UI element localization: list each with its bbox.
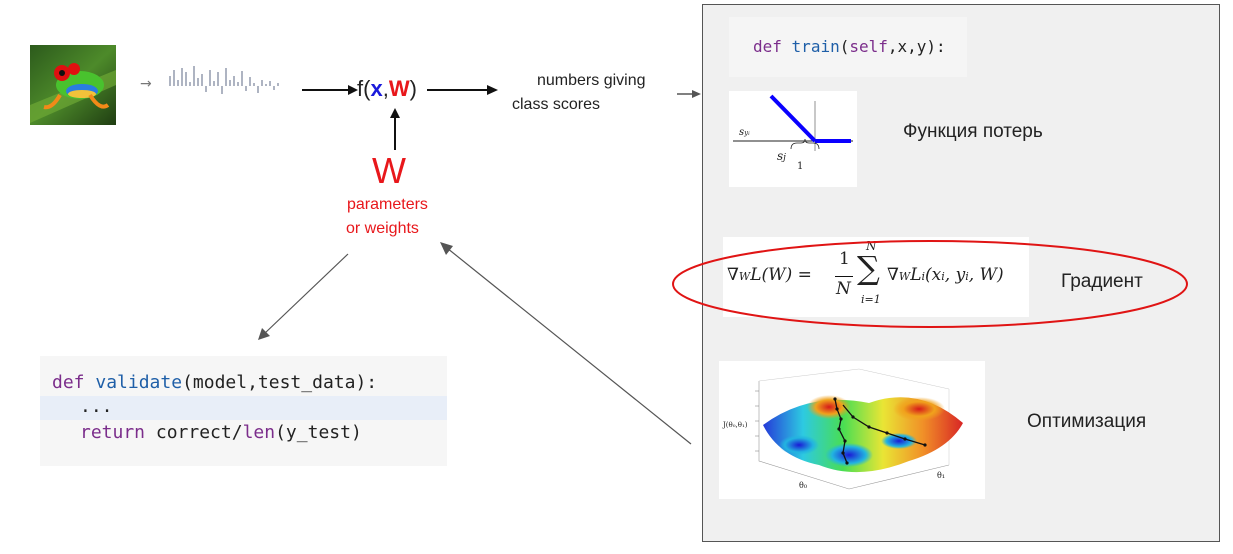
- caption-loss: Функция потерь: [903, 121, 1043, 142]
- validate-line-3: return correct/len(y_test): [80, 422, 362, 443]
- loss-tick: 1: [797, 161, 804, 172]
- validate-code-block: def validate(model,test_data): ... retur…: [40, 356, 447, 466]
- return-mid: correct/: [155, 422, 243, 443]
- ellipsis: ...: [80, 396, 113, 417]
- kw-def: def: [52, 372, 85, 393]
- fn-validate: validate: [95, 372, 183, 393]
- loss-xlabel: sj: [777, 149, 786, 163]
- kw-def-train: def: [753, 37, 782, 56]
- arrow-to-scores: [425, 82, 500, 98]
- weights-label: or weights: [346, 220, 419, 237]
- train-line: def train(self,x,y):: [753, 37, 946, 56]
- validate-line-1: def validate(model,test_data):: [52, 372, 377, 393]
- function-suffix: ): [409, 76, 417, 101]
- surface-xlabel: θ₀: [799, 481, 808, 490]
- pixel-vector-graphic: →: [140, 62, 285, 106]
- train-code-block: def train(self,x,y):: [729, 17, 967, 77]
- surface-ylabel: θ₁: [937, 471, 946, 480]
- return-end: (y_test): [275, 422, 362, 443]
- fn-train: train: [791, 37, 840, 56]
- surface-zlabel: J(θ₀,θ₁): [723, 421, 748, 429]
- arrow-to-panel: [676, 87, 702, 101]
- function-label: f(x,W): [357, 76, 417, 102]
- hinge-loss-plot: syi sj 1: [729, 91, 857, 187]
- frog-image: [30, 45, 116, 125]
- arrow-optimization-to-w: [435, 238, 695, 448]
- scores-line-2: class scores: [512, 96, 601, 113]
- loss-xlabel-sub: j: [783, 153, 786, 163]
- gradient-highlight-ellipse: [668, 236, 1192, 332]
- function-w: W: [388, 76, 410, 101]
- validate-line-2: ...: [80, 396, 113, 417]
- validate-args: (model,test_data):: [182, 372, 378, 393]
- function-prefix: f(: [357, 76, 371, 101]
- scores-line-1: numbers giving: [537, 72, 646, 89]
- parameters-label: parameters: [347, 196, 428, 213]
- caption-optimization: Оптимизация: [1027, 411, 1147, 432]
- arrow-to-function: [300, 82, 360, 98]
- svg-text:→: →: [140, 76, 152, 92]
- loss-ylabel-subsub: i: [748, 131, 750, 137]
- loss-ylabel: syi: [739, 127, 750, 138]
- optimization-surface-plot: J(θ₀,θ₁) θ₀ θ₁: [719, 361, 985, 499]
- self-kw: self: [849, 37, 888, 56]
- fn-len: len: [242, 422, 276, 443]
- w-symbol: W: [372, 150, 406, 191]
- function-x: x: [370, 76, 383, 101]
- kw-return: return: [80, 422, 146, 443]
- arrow-w-to-validate: [250, 250, 360, 342]
- arrow-w-up: [387, 106, 403, 152]
- train-open: (: [839, 37, 850, 56]
- train-args: ,x,y):: [887, 37, 946, 56]
